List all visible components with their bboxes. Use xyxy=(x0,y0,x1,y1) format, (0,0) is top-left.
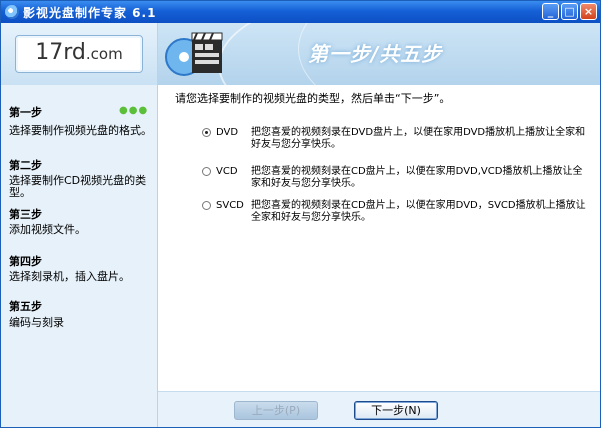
option-vcd-label[interactable]: VCD xyxy=(216,166,238,177)
option-svcd-desc: 把您喜爱的视频刻录在CD盘片上，以便在家用DVD，SVCD播放机上播放让全家和好… xyxy=(251,200,586,223)
current-step-indicator: ●●● xyxy=(119,105,149,116)
step-1-desc: 选择要制作视频光盘的格式。 xyxy=(9,124,152,137)
logo-badge: 17rd.com xyxy=(15,35,143,73)
main-content: 请您选择要制作的视频光盘的类型，然后单击“下一步”。 DVD 把您喜爱的视频刻录… xyxy=(158,85,600,391)
step-4-desc: 选择刻录机，插入盘片。 xyxy=(9,270,130,283)
logo: 17rd.com xyxy=(16,40,142,65)
maximize-button[interactable]: □ xyxy=(561,3,578,20)
disc-clapperboard-icon xyxy=(165,32,223,76)
step-3-desc: 添加视频文件。 xyxy=(9,223,86,236)
radio-vcd[interactable] xyxy=(202,167,211,176)
logo-main: 17rd xyxy=(35,40,86,65)
step-list: 第一步 ●●● 选择要制作视频光盘的格式。 第二步 选择要制作CD视频光盘的类型… xyxy=(1,85,157,427)
step-2-title: 第二步 xyxy=(9,159,42,172)
option-dvd-label[interactable]: DVD xyxy=(216,127,238,138)
step-heading: 第一步/共五步 xyxy=(308,42,443,66)
radio-svcd[interactable] xyxy=(202,201,211,210)
app-disc-icon xyxy=(5,5,19,19)
radio-dvd[interactable] xyxy=(202,128,211,137)
step-2-desc: 选择要制作CD视频光盘的类型。 xyxy=(9,174,147,199)
option-dvd-desc: 把您喜爱的视频刻录在DVD盘片上，以便在家用DVD播放机上播放让全家和好友与您分… xyxy=(251,127,586,150)
sidebar: 17rd.com 第一步 ●●● 选择要制作视频光盘的格式。 第二步 选择要制作… xyxy=(1,23,158,427)
next-step-button[interactable]: 下一步(N) xyxy=(354,401,438,420)
close-button[interactable]: × xyxy=(580,3,597,20)
header-banner: 第一步/共五步 xyxy=(158,23,600,85)
window-title: 影视光盘制作专家 6.1 xyxy=(23,6,157,20)
title-bar[interactable]: 影视光盘制作专家 6.1 _ □ × xyxy=(1,1,600,23)
minimize-button[interactable]: _ xyxy=(542,3,559,20)
logo-area: 17rd.com xyxy=(1,23,157,85)
instruction-text: 请您选择要制作的视频光盘的类型，然后单击“下一步”。 xyxy=(175,92,451,105)
app-window: 影视光盘制作专家 6.1 _ □ × 17rd.com 第一步 ●●● 选择要制… xyxy=(0,0,601,428)
prev-step-button[interactable]: 上一步(P) xyxy=(234,401,318,420)
logo-suffix: .com xyxy=(85,45,123,63)
step-4-title: 第四步 xyxy=(9,255,42,268)
step-5-desc: 编码与刻录 xyxy=(9,316,64,329)
step-5-title: 第五步 xyxy=(9,300,42,313)
button-bar: 上一步(P) 下一步(N) xyxy=(158,391,600,427)
option-vcd-desc: 把您喜爱的视频刻录在CD盘片上，以便在家用DVD,VCD播放机上播放让全家和好友… xyxy=(251,166,583,189)
step-1-title: 第一步 xyxy=(9,106,42,119)
option-svcd-label[interactable]: SVCD xyxy=(216,200,244,211)
step-3-title: 第三步 xyxy=(9,208,42,221)
